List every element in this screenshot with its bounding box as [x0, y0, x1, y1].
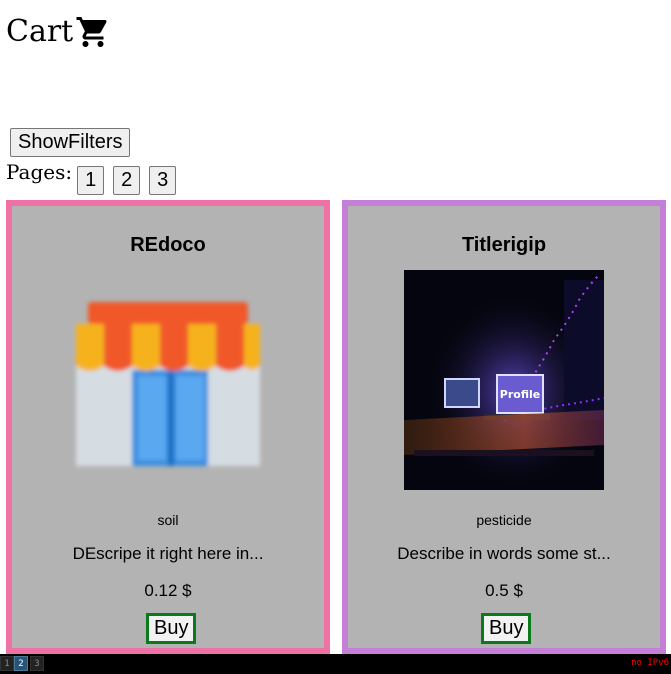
- product-price: 0.12 $: [144, 581, 192, 600]
- shopping-cart-icon[interactable]: [75, 14, 111, 50]
- workspace-button-2[interactable]: 2: [14, 656, 28, 671]
- taskbar: 1 2 3 no IPv6: [0, 654, 671, 674]
- product-category: soil: [157, 512, 179, 528]
- pagination: Pages: 1 2 3: [6, 160, 177, 195]
- show-filters-button[interactable]: ShowFilters: [10, 128, 131, 157]
- page-button-3[interactable]: 3: [149, 166, 177, 195]
- cart-header: Cart: [6, 12, 111, 52]
- product-card: REdoco soil DEscripe it right here in...…: [6, 200, 330, 654]
- pages-label: Pages:: [6, 160, 73, 184]
- product-description: Describe in words some st...: [397, 544, 611, 563]
- workspace-button-3[interactable]: 3: [30, 656, 44, 671]
- network-status: no IPv6: [631, 658, 669, 668]
- buy-button[interactable]: Buy: [481, 613, 532, 644]
- product-title: REdoco: [130, 234, 206, 256]
- product-title: Titlerigip: [461, 234, 547, 256]
- desk-setup-photo: Profile: [404, 270, 604, 490]
- product-price: 0.5 $: [485, 581, 523, 600]
- product-card: Titlerigip Profile pesticide Describe in…: [342, 200, 666, 654]
- page-title: Cart: [6, 14, 74, 49]
- storefront-icon: [68, 270, 268, 490]
- buy-button[interactable]: Buy: [146, 613, 197, 644]
- page-button-2[interactable]: 2: [113, 166, 141, 195]
- product-description: DEscripe it right here in...: [72, 544, 264, 563]
- workspace-button-1[interactable]: 1: [0, 656, 14, 671]
- product-category: pesticide: [476, 512, 532, 528]
- svg-text:Profile: Profile: [500, 388, 540, 401]
- page-button-1[interactable]: 1: [77, 166, 105, 195]
